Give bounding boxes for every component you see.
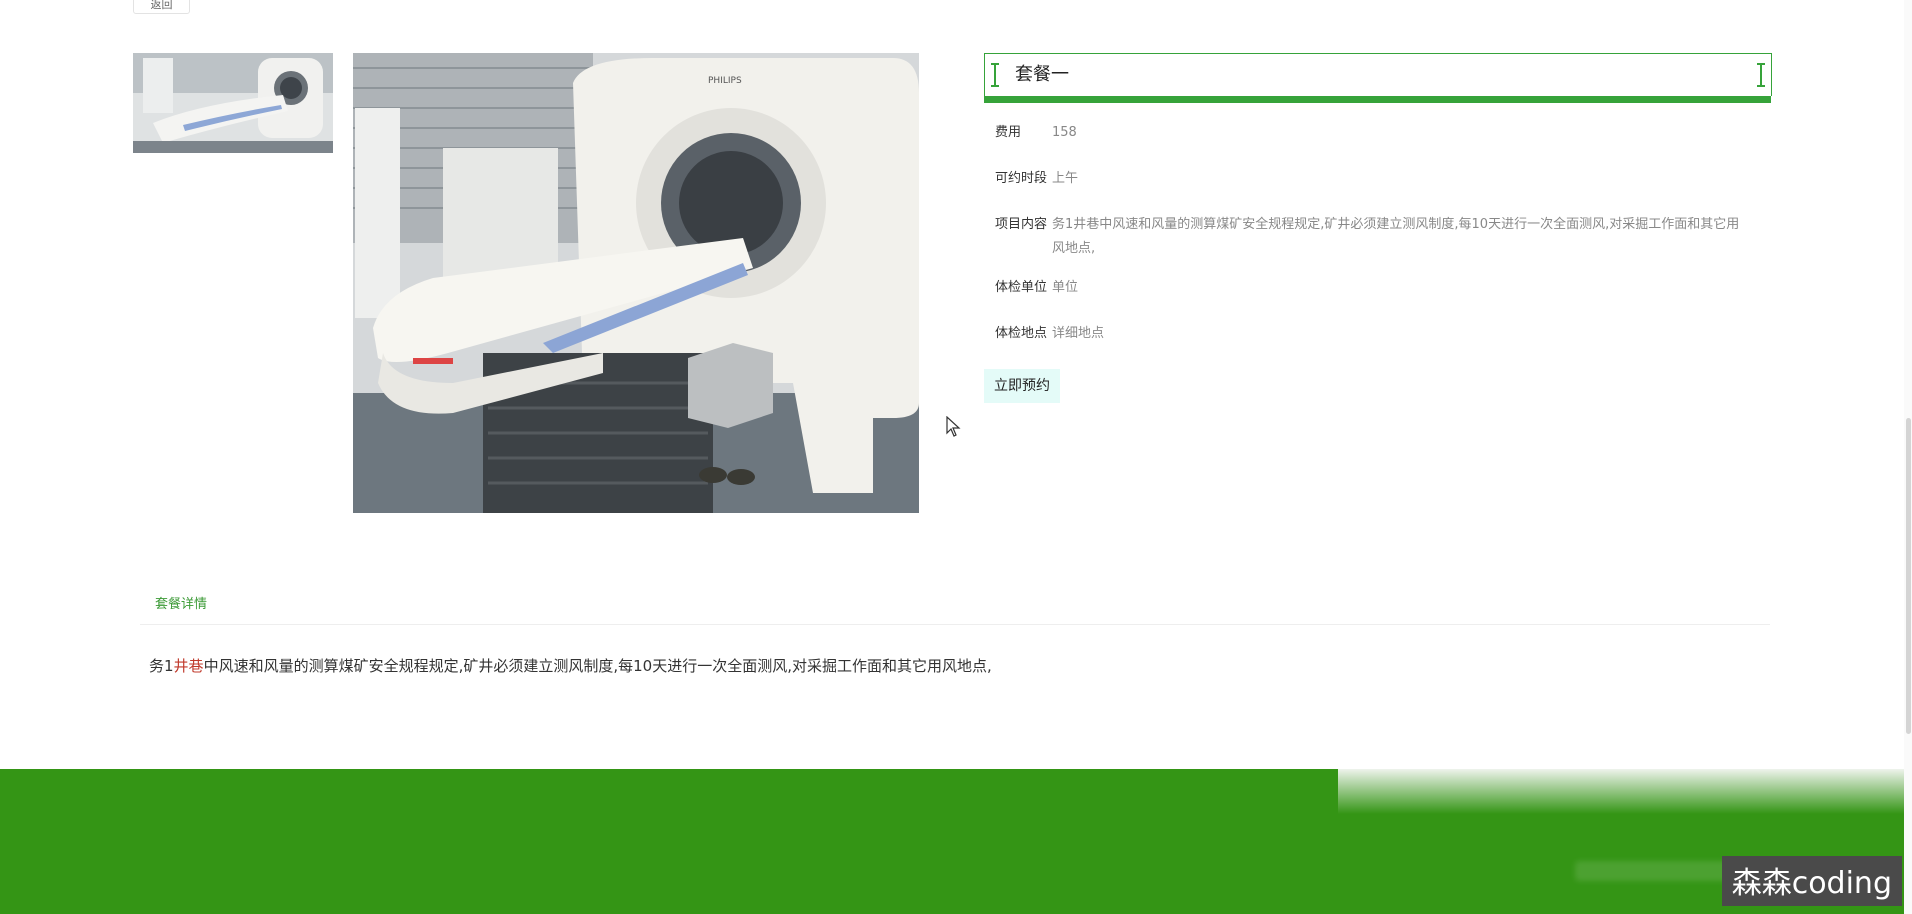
scrollbar[interactable]: [1904, 0, 1912, 914]
slot-value: 上午: [1052, 171, 1079, 186]
mouse-cursor-icon: [946, 416, 961, 437]
fee-label: 费用: [995, 125, 1022, 140]
unit-row: 体检单位 单位: [995, 276, 1745, 300]
fee-value: 158: [1052, 125, 1077, 140]
title-marker-right-icon: [1757, 63, 1765, 87]
back-button[interactable]: 返回: [133, 0, 190, 14]
unit-label: 体检单位: [995, 280, 1048, 295]
package-title: 套餐一: [1015, 64, 1069, 85]
ct-scanner-thumbnail-icon: [133, 53, 333, 153]
watermark: 森森coding: [1721, 856, 1902, 906]
details-text-rest: 中风速和风量的测算煤矿安全规程规定,矿井必须建立测风制度,每10天进行一次全面测…: [203, 657, 992, 675]
unit-value: 单位: [1052, 280, 1079, 295]
place-label: 体检地点: [995, 326, 1048, 341]
scrollbar-thumb[interactable]: [1906, 418, 1911, 734]
details-text-prefix: 务1: [149, 657, 174, 675]
footer-overlay: [1338, 769, 1912, 814]
package-title-box: 套餐一: [984, 53, 1772, 96]
book-now-button[interactable]: 立即预约: [984, 369, 1060, 403]
place-row: 体检地点 详细地点: [995, 322, 1745, 346]
content-value: 务1井巷中风速和风量的测算煤矿安全规程规定,矿井必须建立测风制度,每10天进行一…: [1052, 217, 1740, 256]
details-divider: [140, 624, 1770, 625]
page-footer: 森森coding: [0, 769, 1912, 914]
details-text: 务1井巷中风速和风量的测算煤矿安全规程规定,矿井必须建立测风制度,每10天进行一…: [149, 655, 992, 676]
brand-label: PHILIPS: [708, 76, 742, 86]
tab-package-details[interactable]: 套餐详情: [155, 593, 207, 612]
details-text-highlight: 井巷: [173, 657, 204, 675]
place-value: 详细地点: [1052, 326, 1105, 341]
content-label: 项目内容: [995, 217, 1048, 232]
content-row: 项目内容 务1井巷中风速和风量的测算煤矿安全规程规定,矿井必须建立测风制度,每10…: [995, 213, 1745, 261]
product-thumbnail[interactable]: [133, 53, 333, 153]
package-title-underline: [984, 96, 1771, 103]
slot-label: 可约时段: [995, 171, 1048, 186]
title-marker-left-icon: [991, 63, 999, 87]
fee-row: 费用 158: [995, 121, 1745, 145]
slot-row: 可约时段 上午: [995, 167, 1745, 191]
ct-scanner-photo-icon: PHILIPS: [353, 53, 919, 513]
product-main-image: PHILIPS: [353, 53, 919, 513]
